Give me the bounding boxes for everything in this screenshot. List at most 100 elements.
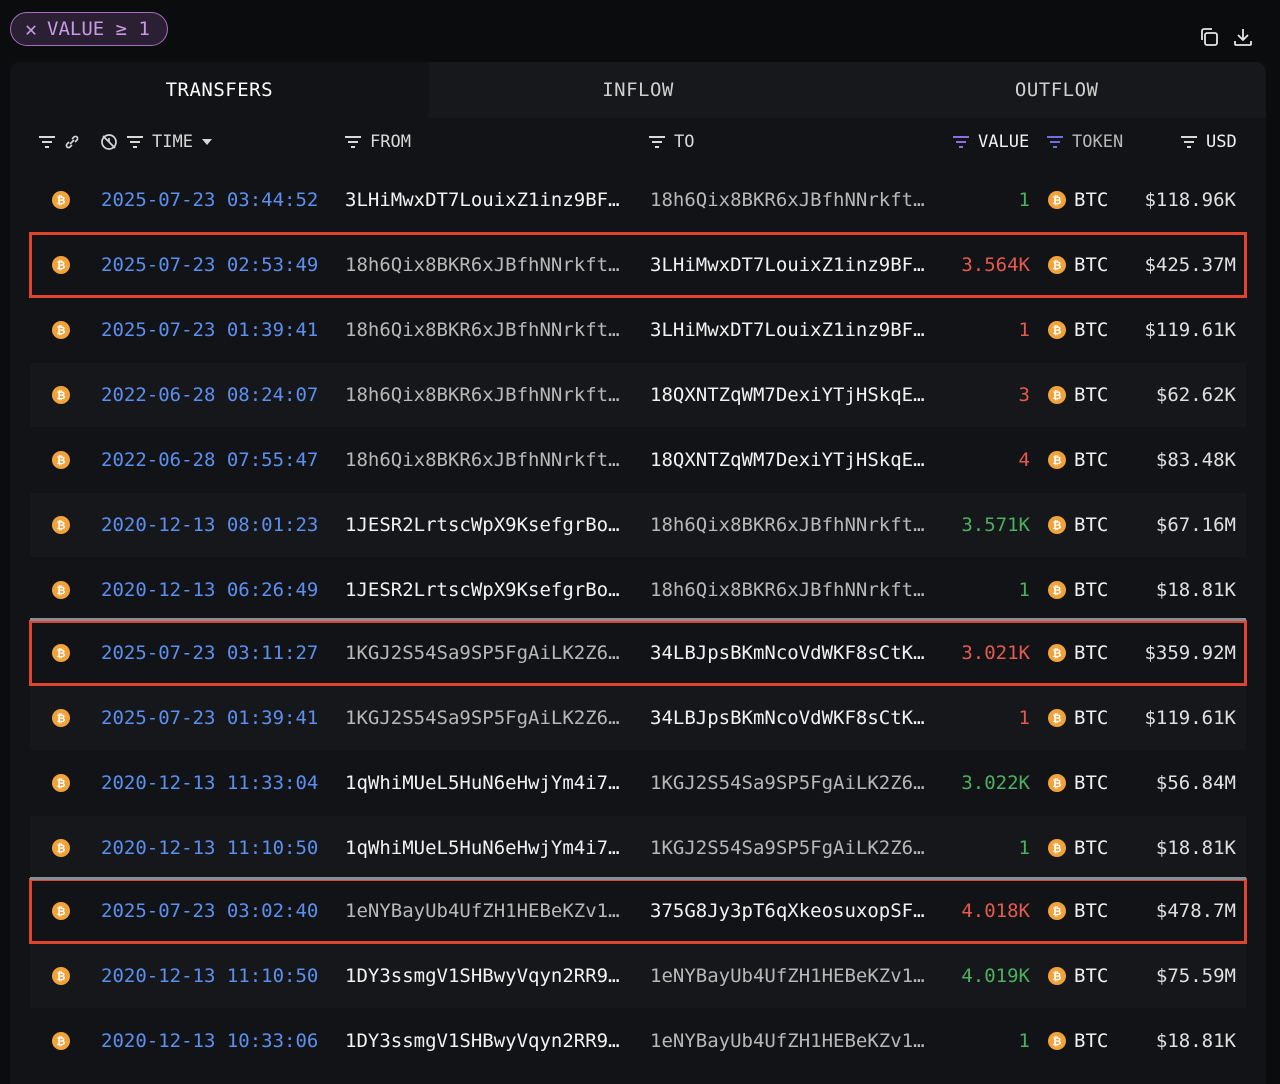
table-row[interactable]: ₿ 2020-12-13 10:33:06 1DY3ssmgV1SHBwyVqyn2… <box>30 1009 1246 1073</box>
row-token[interactable]: ₿ BTC <box>1048 900 1108 922</box>
row-token[interactable]: ₿ BTC <box>1048 514 1108 536</box>
filter-chip-label: VALUE ≥ 1 <box>47 18 150 40</box>
close-icon[interactable]: ✕ <box>25 17 37 41</box>
column-header-from[interactable]: FROM <box>370 132 411 152</box>
row-to-address[interactable]: 34LBJpsBKmNcoVdWKF8sCtK… <box>650 707 940 729</box>
row-to-address[interactable]: 18h6Qix8BKR6xJBfhNNrkft… <box>650 189 940 211</box>
bitcoin-icon: ₿ <box>52 451 70 469</box>
row-token[interactable]: ₿ BTC <box>1048 579 1108 601</box>
row-to-address[interactable]: 3LHiMwxDT7LouixZ1inz9BF… <box>650 319 940 341</box>
row-token[interactable]: ₿ BTC <box>1048 707 1108 729</box>
row-time[interactable]: 2025-07-23 03:44:52 <box>101 189 318 211</box>
row-to-address[interactable]: 1eNYBayUb4UfZH1HEBeKZv1… <box>650 965 940 987</box>
table-row[interactable]: ₿ 2025-07-23 03:02:40 1eNYBayUb4UfZH1HEBeK… <box>29 878 1247 944</box>
row-time[interactable]: 2025-07-23 02:53:49 <box>101 254 318 276</box>
table-row[interactable]: ₿ 2020-12-13 11:33:04 1qWhiMUeL5HuN6eHwjYm… <box>30 751 1246 815</box>
row-from-address[interactable]: 1JESR2LrtscWpX9KsefgrBo… <box>345 514 635 536</box>
column-header-token[interactable]: TOKEN <box>1072 132 1123 152</box>
filter-icon[interactable] <box>38 135 56 149</box>
token-filter-icon[interactable] <box>1046 135 1064 149</box>
row-from-address[interactable]: 1JESR2LrtscWpX9KsefgrBo… <box>345 579 635 601</box>
table-row[interactable]: ₿ 2025-07-23 02:53:49 18h6Qix8BKR6xJBfhNNr… <box>29 232 1247 298</box>
row-token[interactable]: ₿ BTC <box>1048 449 1108 471</box>
row-token[interactable]: ₿ BTC <box>1048 189 1108 211</box>
row-to-address[interactable]: 34LBJpsBKmNcoVdWKF8sCtK… <box>650 642 940 664</box>
row-to-address[interactable]: 18QXNTZqWM7DexiYTjHSkqE… <box>650 449 940 471</box>
row-token[interactable]: ₿ BTC <box>1048 642 1108 664</box>
bitcoin-icon: ₿ <box>1048 581 1066 599</box>
row-value: 1 <box>1018 1030 1030 1052</box>
table-row[interactable]: ₿ 2025-07-23 01:39:41 18h6Qix8BKR6xJBfhNNr… <box>30 298 1246 362</box>
table-row[interactable]: ₿ 2020-12-13 11:10:50 1DY3ssmgV1SHBwyVqyn2… <box>30 944 1246 1008</box>
value-filter-icon[interactable] <box>952 135 970 149</box>
row-time[interactable]: 2020-12-13 10:33:06 <box>101 1030 318 1052</box>
table-row[interactable]: ₿ 2025-07-23 03:44:52 3LHiMwxDT7LouixZ1inz… <box>30 168 1246 232</box>
row-from-address[interactable]: 1qWhiMUeL5HuN6eHwjYm4i7… <box>345 772 635 794</box>
column-header-value[interactable]: VALUE <box>978 132 1029 152</box>
row-from-address[interactable]: 1KGJ2S54Sa9SP5FgAiLK2Z6… <box>345 642 635 664</box>
to-filter-icon[interactable] <box>648 135 666 149</box>
row-usd: $359.92M <box>1144 642 1236 664</box>
row-token[interactable]: ₿ BTC <box>1048 965 1108 987</box>
time-filter-icon[interactable] <box>126 135 144 149</box>
row-time[interactable]: 2025-07-23 03:11:27 <box>101 642 318 664</box>
tab-inflow[interactable]: INFLOW <box>429 62 848 118</box>
table-row[interactable]: ₿ 2025-07-23 01:39:41 1KGJ2S54Sa9SP5FgAiLK… <box>30 686 1246 750</box>
row-to-address[interactable]: 18h6Qix8BKR6xJBfhNNrkft… <box>650 514 940 536</box>
download-icon[interactable] <box>1232 26 1254 48</box>
caret-down-icon[interactable] <box>201 138 213 146</box>
row-from-address[interactable]: 18h6Qix8BKR6xJBfhNNrkft… <box>345 384 635 406</box>
table-row[interactable]: ₿ 2020-12-13 08:01:23 1JESR2LrtscWpX9Ksefg… <box>30 493 1246 557</box>
row-token[interactable]: ₿ BTC <box>1048 837 1108 859</box>
row-from-address[interactable]: 1qWhiMUeL5HuN6eHwjYm4i7… <box>345 837 635 859</box>
row-time[interactable]: 2020-12-13 11:10:50 <box>101 837 318 859</box>
row-time[interactable]: 2025-07-23 01:39:41 <box>101 707 318 729</box>
table-row[interactable]: ₿ 2022-06-28 07:55:47 18h6Qix8BKR6xJBfhNNr… <box>30 428 1246 492</box>
row-time[interactable]: 2020-12-13 11:10:50 <box>101 965 318 987</box>
row-time[interactable]: 2020-12-13 11:33:04 <box>101 772 318 794</box>
clock-off-icon[interactable] <box>100 133 118 151</box>
usd-filter-icon[interactable] <box>1180 135 1198 149</box>
row-from-address[interactable]: 1eNYBayUb4UfZH1HEBeKZv1… <box>345 900 635 922</box>
column-header-time[interactable]: TIME <box>152 132 193 152</box>
row-to-address[interactable]: 1eNYBayUb4UfZH1HEBeKZv1… <box>650 1030 940 1052</box>
row-time[interactable]: 2025-07-23 03:02:40 <box>101 900 318 922</box>
row-from-address[interactable]: 1DY3ssmgV1SHBwyVqyn2RR9… <box>345 1030 635 1052</box>
row-token[interactable]: ₿ BTC <box>1048 772 1108 794</box>
copy-icon[interactable] <box>1198 26 1220 48</box>
column-header-to[interactable]: TO <box>674 132 694 152</box>
table-row[interactable]: ₿ 2020-12-13 11:10:50 1qWhiMUeL5HuN6eHwjYm… <box>30 816 1246 880</box>
value-filter-chip[interactable]: ✕ VALUE ≥ 1 <box>10 12 168 46</box>
row-token[interactable]: ₿ BTC <box>1048 319 1108 341</box>
link-icon[interactable] <box>64 134 80 150</box>
tab-transfers[interactable]: TRANSFERS <box>10 62 429 118</box>
tab-outflow[interactable]: OUTFLOW <box>847 62 1266 118</box>
row-to-address[interactable]: 18h6Qix8BKR6xJBfhNNrkft… <box>650 579 940 601</box>
row-to-address[interactable]: 1KGJ2S54Sa9SP5FgAiLK2Z6… <box>650 837 940 859</box>
row-time[interactable]: 2020-12-13 06:26:49 <box>101 579 318 601</box>
row-to-address[interactable]: 3LHiMwxDT7LouixZ1inz9BF… <box>650 254 940 276</box>
row-token[interactable]: ₿ BTC <box>1048 1030 1108 1052</box>
row-time[interactable]: 2022-06-28 07:55:47 <box>101 449 318 471</box>
table-row[interactable]: ₿ 2020-12-13 06:26:49 1JESR2LrtscWpX9Ksefg… <box>30 558 1246 622</box>
row-time[interactable]: 2022-06-28 08:24:07 <box>101 384 318 406</box>
row-to-address[interactable]: 1KGJ2S54Sa9SP5FgAiLK2Z6… <box>650 772 940 794</box>
row-time[interactable]: 2025-07-23 01:39:41 <box>101 319 318 341</box>
row-token-symbol: BTC <box>1074 772 1109 794</box>
row-from-address[interactable]: 1DY3ssmgV1SHBwyVqyn2RR9… <box>345 965 635 987</box>
row-from-address[interactable]: 18h6Qix8BKR6xJBfhNNrkft… <box>345 319 635 341</box>
row-to-address[interactable]: 18QXNTZqWM7DexiYTjHSkqE… <box>650 384 940 406</box>
row-from-address[interactable]: 18h6Qix8BKR6xJBfhNNrkft… <box>345 449 635 471</box>
group-divider <box>30 877 1246 880</box>
table-row[interactable]: ₿ 2025-07-23 03:11:27 1KGJ2S54Sa9SP5FgAiLK… <box>29 620 1247 686</box>
row-to-address[interactable]: 375G8Jy3pT6qXkeosuxopSF… <box>650 900 940 922</box>
from-filter-icon[interactable] <box>344 135 362 149</box>
row-time[interactable]: 2020-12-13 08:01:23 <box>101 514 318 536</box>
row-token[interactable]: ₿ BTC <box>1048 384 1108 406</box>
row-from-address[interactable]: 1KGJ2S54Sa9SP5FgAiLK2Z6… <box>345 707 635 729</box>
row-token[interactable]: ₿ BTC <box>1048 254 1108 276</box>
row-from-address[interactable]: 18h6Qix8BKR6xJBfhNNrkft… <box>345 254 635 276</box>
table-row[interactable]: ₿ 2022-06-28 08:24:07 18h6Qix8BKR6xJBfhNNr… <box>30 363 1246 427</box>
column-header-usd[interactable]: USD <box>1206 132 1237 152</box>
row-from-address[interactable]: 3LHiMwxDT7LouixZ1inz9BF… <box>345 189 635 211</box>
